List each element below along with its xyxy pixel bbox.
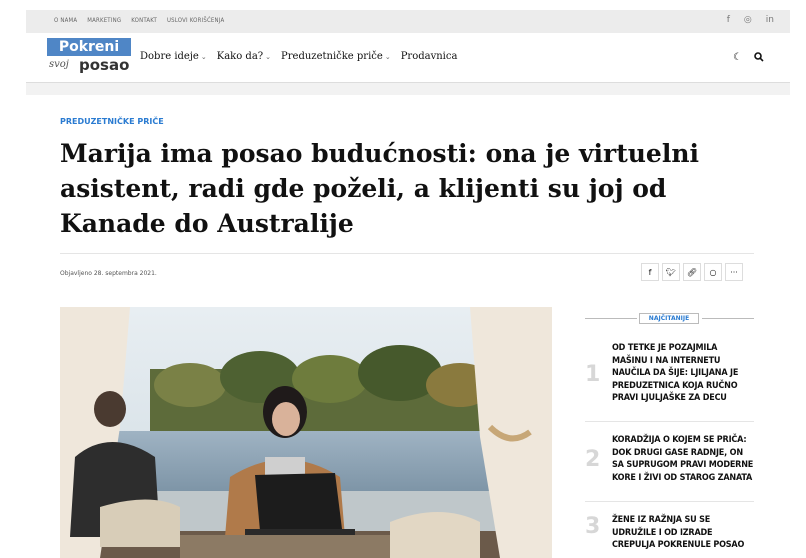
- linkedin-icon[interactable]: in: [766, 15, 774, 25]
- nav-icons: ☾: [733, 52, 764, 65]
- featured-image-illustration: [60, 307, 552, 558]
- divider: [585, 501, 754, 502]
- search-icon[interactable]: [754, 52, 764, 65]
- chevron-down-icon: ⌄: [200, 53, 207, 61]
- widget-title-line-left: [585, 318, 637, 319]
- top-link-o-nama[interactable]: O NAMA: [54, 17, 77, 24]
- divider: [585, 421, 754, 422]
- popular-item[interactable]: 2 KORADŽIJA O KOJEM SE PRIČA: DOK DRUGI …: [585, 433, 754, 493]
- logo-top-text: Pokreni: [47, 38, 131, 56]
- popular-item[interactable]: 1 OD TETKE JE POZAJMILA MAŠINU I NA INTE…: [585, 341, 754, 413]
- site-logo[interactable]: Pokreni svoj posao: [47, 38, 131, 76]
- popular-item-number: 1: [585, 362, 601, 387]
- main-menu: Dobre ideje ⌄ Kako da? ⌄ Preduzetničke pri…: [140, 51, 457, 62]
- instagram-icon[interactable]: ◎: [744, 15, 752, 25]
- comment-icon[interactable]: ○: [704, 263, 722, 281]
- logo-script-text: svoj: [49, 59, 69, 70]
- article-category[interactable]: PREDUZETNIČKE PRIČE: [60, 117, 164, 126]
- popular-item-number: 2: [585, 447, 601, 472]
- article-title: Marija ima posao budućnosti: ona je virt…: [60, 139, 699, 238]
- dark-mode-icon[interactable]: ☾: [733, 52, 742, 65]
- widget-title: NAJČITANIJE: [585, 313, 754, 325]
- social-links: f ◎ in: [727, 15, 774, 25]
- menu-item-kako-da[interactable]: Kako da? ⌄: [217, 51, 271, 62]
- popular-item-number: 3: [585, 514, 601, 539]
- featured-image: [60, 307, 552, 558]
- top-link-marketing[interactable]: MARKETING: [87, 17, 121, 24]
- top-link-uslovi[interactable]: USLOVI KORIŠĆENJA: [167, 17, 224, 24]
- menu-item-preduzetnicke-price[interactable]: Preduzetničke priče ⌄: [281, 51, 391, 62]
- popular-item-title[interactable]: OD TETKE JE POZAJMILA MAŠINU I NA INTERN…: [612, 342, 754, 405]
- menu-item-dobre-ideje[interactable]: Dobre ideje ⌄: [140, 51, 207, 62]
- main-navbar: Pokreni svoj posao Dobre ideje ⌄ Kako da?…: [26, 33, 790, 83]
- link-icon[interactable]: 🔗︎: [683, 263, 701, 281]
- popular-item-title[interactable]: ŽENE IZ RAŽNJA SU SE UDRUŽILE I OD IZRAD…: [612, 514, 754, 552]
- chevron-down-icon: ⌄: [265, 53, 272, 61]
- widget-title-line-right: [702, 318, 754, 319]
- article-date: Objavljeno 28. septembra 2021.: [60, 270, 157, 277]
- share-buttons: f 🐦︎ 🔗︎ ○ ···: [641, 263, 743, 281]
- top-link-kontakt[interactable]: KONTAKT: [131, 17, 157, 24]
- facebook-icon[interactable]: f: [727, 15, 730, 25]
- more-icon[interactable]: ···: [725, 263, 743, 281]
- logo-bottom-text: posao: [79, 56, 130, 74]
- menu-item-prodavnica[interactable]: Prodavnica: [401, 51, 458, 62]
- top-bar: O NAMA MARKETING KONTAKT USLOVI KORIŠĆEN…: [26, 10, 790, 33]
- facebook-icon[interactable]: f: [641, 263, 659, 281]
- popular-item-title[interactable]: KORADŽIJA O KOJEM SE PRIČA: DOK DRUGI GA…: [612, 434, 754, 484]
- divider: [60, 253, 754, 254]
- header-divider-band: [26, 83, 790, 95]
- widget-title-label: NAJČITANIJE: [639, 313, 699, 324]
- top-links: O NAMA MARKETING KONTAKT USLOVI KORIŠĆEN…: [54, 17, 224, 24]
- chevron-down-icon: ⌄: [384, 53, 391, 61]
- twitter-icon[interactable]: 🐦︎: [662, 263, 680, 281]
- popular-item[interactable]: 3 ŽENE IZ RAŽNJA SU SE UDRUŽILE I OD IZR…: [585, 513, 754, 555]
